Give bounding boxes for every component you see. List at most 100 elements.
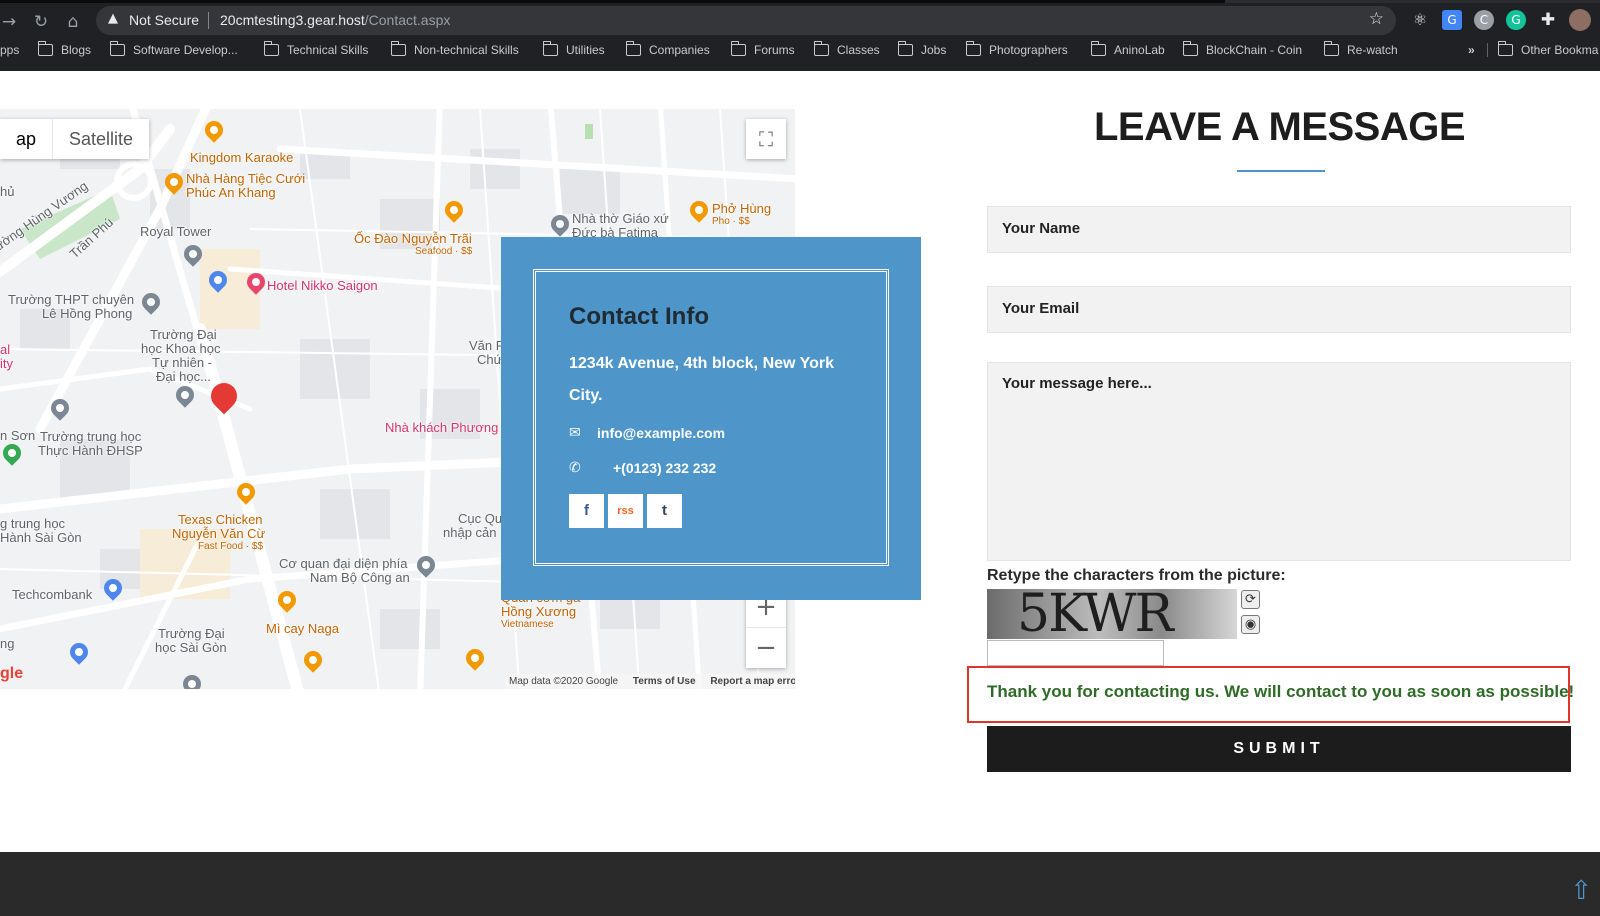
bookmark-folder[interactable]: Utilities (542, 41, 605, 57)
bookmark-folder[interactable]: AninoLab (1090, 41, 1165, 57)
bookmark-star-icon[interactable]: ☆ (1369, 9, 1384, 29)
map-type-map-button[interactable]: ap (0, 119, 52, 159)
bookmark-folder[interactable]: Software Develop... (109, 41, 238, 57)
bookmark-label[interactable]: Utilities (566, 43, 605, 57)
reload-icon[interactable]: ↻ (28, 9, 54, 35)
map-label: Royal Tower (140, 224, 212, 239)
captcha-text: 5KWR (1017, 589, 1174, 639)
email-field[interactable]: Your Email (987, 286, 1571, 333)
bookmark-folder[interactable]: Jobs (897, 41, 946, 57)
map-label: Văn P (469, 338, 505, 353)
address-bar[interactable]: ▲ Not Secure 20cmtesting3.gear.host/Cont… (96, 6, 1396, 35)
map-data-text: Map data ©2020 Google (509, 676, 619, 687)
bookmark-label[interactable]: Photographers (989, 43, 1068, 57)
name-field[interactable]: Your Name (987, 206, 1571, 253)
bookmark-folder[interactable]: Photographers (965, 41, 1068, 57)
folder-icon (1090, 41, 1106, 56)
url-host[interactable]: 20cmtesting3.gear.host (220, 12, 365, 28)
warning-triangle-icon[interactable]: ▲ (108, 11, 118, 26)
bookmark-folder[interactable]: Companies (625, 41, 710, 57)
address-separator (208, 12, 209, 29)
extensions-puzzle-icon[interactable]: ✚ (1538, 10, 1558, 30)
map-label: Chứ (477, 352, 503, 367)
fullscreen-icon[interactable]: ⛶ (746, 119, 786, 159)
profile-avatar[interactable] (1569, 9, 1591, 31)
map-label: Nhà Hàng Tiệc Cưới (186, 171, 306, 186)
bookmark-label[interactable]: Re-watch (1347, 43, 1398, 57)
bookmark-folder[interactable]: Technical Skills (263, 41, 368, 57)
contact-info-title: Contact Info (569, 303, 709, 330)
extension-c-icon[interactable]: C (1474, 10, 1494, 30)
name-placeholder[interactable]: Your Name (1002, 220, 1080, 237)
bookmark-folder[interactable]: BlockChain - Coin (1182, 41, 1302, 57)
bookmark-folder[interactable]: Forums (730, 41, 795, 57)
bookmark-label[interactable]: Classes (837, 43, 880, 57)
react-devtools-icon[interactable]: ⚛ (1410, 10, 1430, 30)
social-links: f rss t (569, 494, 682, 528)
security-status[interactable]: Not Secure (129, 12, 199, 28)
map-label: Ốc Đào Nguyễn Trãi (354, 231, 472, 246)
map-label: học Khoa học (141, 341, 221, 356)
map-type-satellite-button[interactable]: Satellite (52, 119, 149, 159)
title-underline (1237, 170, 1325, 172)
bookmark-folder[interactable]: Non-technical Skills (390, 41, 519, 57)
url-path[interactable]: /Contact.aspx (365, 12, 451, 28)
bookmark-label[interactable]: Blogs (61, 43, 91, 57)
rss-icon[interactable]: rss (608, 494, 643, 528)
message-placeholder[interactable]: Your message here... (1002, 375, 1152, 392)
map-label: Thực Hành ĐHSP (38, 443, 143, 458)
bookmark-label[interactable]: pps (0, 43, 19, 57)
contact-phone: +(0123) 232 232 (613, 460, 717, 476)
url-text[interactable]: 20cmtesting3.gear.host/Contact.aspx (220, 12, 450, 28)
map-label: al (0, 342, 11, 357)
map-label: Kingdom Karaoke (190, 150, 294, 165)
map-label: Cục Qu (458, 511, 503, 526)
bookmark-folder[interactable]: Blogs (37, 41, 91, 57)
translate-icon[interactable]: G (1442, 10, 1462, 30)
phone-icon: ✆ (569, 460, 581, 476)
audio-captcha-icon[interactable]: ◉ (1241, 615, 1260, 634)
map-label: Trường trung học (40, 429, 142, 444)
map-label: Cơ quan đại diện phía (279, 556, 408, 571)
bookmark-label[interactable]: Technical Skills (287, 43, 368, 57)
bookmark-label[interactable]: AninoLab (1114, 43, 1165, 57)
forward-icon[interactable]: → (0, 9, 22, 35)
bookmark-label[interactable]: Non-technical Skills (414, 43, 519, 57)
contact-address: 1234k Avenue, 4th block, New York City. (569, 355, 834, 404)
success-message-box: Thank you for contacting us. We will con… (967, 666, 1574, 723)
bookmark-label[interactable]: Software Develop... (133, 43, 238, 57)
bookmark-folder[interactable]: Re-watch (1323, 41, 1398, 57)
bookmark-apps[interactable]: pps (0, 43, 19, 57)
submit-button[interactable]: SUBMIT (987, 726, 1571, 772)
facebook-icon[interactable]: f (569, 494, 604, 528)
page-footer: ⇧ (0, 852, 1600, 916)
grammarly-icon[interactable]: G (1506, 10, 1526, 30)
leave-message-title: LEAVE A MESSAGE (1093, 105, 1466, 149)
contact-email[interactable]: info@example.com (597, 425, 725, 441)
message-field[interactable]: Your message here... (987, 362, 1571, 561)
bookmark-label[interactable]: BlockChain - Coin (1206, 43, 1302, 57)
report-map-error-link[interactable]: Report a map error (710, 676, 795, 687)
bookmark-folder[interactable]: Classes (813, 41, 880, 57)
other-bookmarks[interactable]: Other Bookma (1487, 41, 1598, 57)
bookmark-label[interactable]: Companies (649, 43, 710, 57)
bookmark-label[interactable]: Forums (754, 43, 795, 57)
folder-icon (897, 41, 913, 56)
terms-of-use-link[interactable]: Terms of Use (633, 676, 696, 687)
home-icon[interactable]: ⌂ (60, 9, 86, 35)
scroll-to-top-icon[interactable]: ⇧ (1570, 876, 1592, 906)
bookmark-label[interactable]: Jobs (921, 43, 946, 57)
more-bookmarks-label[interactable]: » (1468, 43, 1475, 57)
captcha-input[interactable] (987, 640, 1164, 666)
bookmark-label[interactable]: Other Bookma (1521, 43, 1598, 57)
map-label: Hotel Nikko Saigon (267, 278, 378, 293)
map-label: ng (0, 636, 15, 651)
more-bookmarks-button[interactable]: » (1468, 43, 1475, 57)
map-label: Phúc An Khang (186, 185, 276, 200)
tumblr-icon[interactable]: t (647, 494, 682, 528)
refresh-captcha-icon[interactable]: ⟳ (1241, 590, 1260, 609)
folder-icon (109, 41, 125, 56)
zoom-out-button[interactable]: − (746, 627, 786, 667)
email-placeholder[interactable]: Your Email (1002, 300, 1079, 317)
folder-icon (730, 41, 746, 56)
